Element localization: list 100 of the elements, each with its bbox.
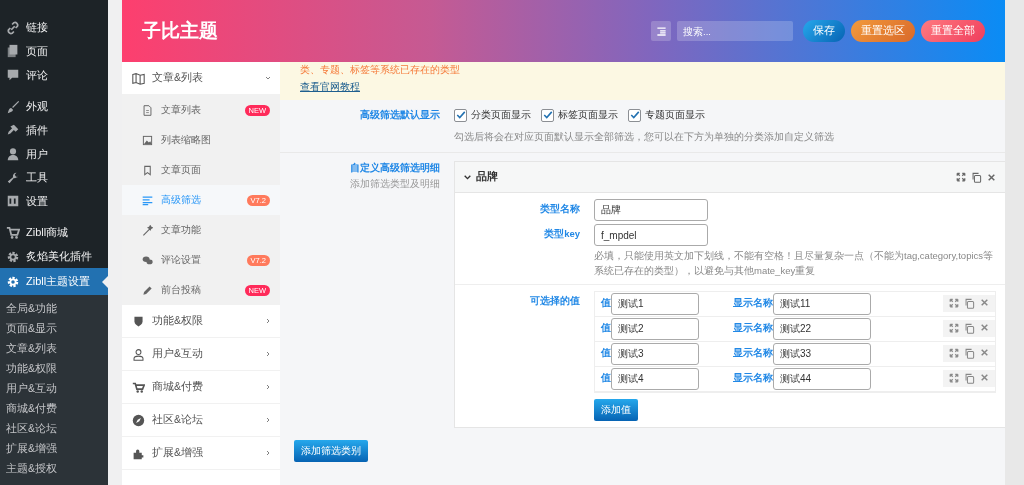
group-header[interactable]: 品牌 [455, 162, 1006, 194]
admin-submenu-item[interactable]: 社区&论坛 [0, 419, 108, 439]
expand-icon [949, 323, 959, 334]
chevron-right-icon [264, 449, 272, 457]
admin-submenu-item[interactable]: 扩展&增强 [0, 439, 108, 459]
bookmark-icon [142, 164, 153, 176]
chevron-right-icon [264, 416, 272, 424]
admin-submenu-item[interactable]: 全局&功能 [0, 299, 108, 319]
admin-menu-item[interactable]: 用户 [0, 142, 108, 166]
checkbox-label: 专题页面显示 [645, 108, 705, 122]
add-filter-type-button[interactable]: 添加筛选类别 [294, 439, 368, 462]
field-description: 添加筛选类型及明细 [350, 178, 440, 192]
user-icon [6, 147, 20, 161]
expand-icon [956, 172, 966, 183]
field-label: 显示名称 [733, 297, 773, 311]
settings-icon [6, 194, 20, 209]
nav-item[interactable]: 商城&付费 [122, 371, 280, 404]
list-icon [142, 194, 153, 206]
wrench-icon [6, 170, 20, 185]
image-icon [142, 134, 153, 146]
pages-icon [6, 44, 20, 59]
scrollbar[interactable] [1005, 0, 1024, 485]
field-label: 高级筛选默认显示 [360, 108, 440, 122]
input-field[interactable]: 测试33 [773, 342, 871, 365]
copy-icon [964, 323, 975, 335]
close-icon [980, 323, 989, 333]
link-icon [6, 20, 20, 35]
chevron-down-icon [264, 74, 272, 82]
input-field[interactable]: f_mpdel [594, 224, 708, 247]
expand-icon [949, 298, 959, 309]
nav-item[interactable]: 用户&互动 [122, 338, 280, 371]
admin-submenu-item[interactable]: 商城&付费 [0, 399, 108, 419]
field-label: 类型key [543, 227, 581, 242]
chevron-right-icon [264, 317, 272, 325]
cart-icon [6, 225, 20, 240]
field-hint: 必填，只能使用英文加下划线，不能有空格！且尽量复杂一点（不能为tag,category,topics等系统已存在的类型），以避免与其他mate_key重复 [594, 249, 995, 278]
nav-item[interactable]: 社区&论坛 [122, 404, 280, 437]
expand-icon [949, 373, 959, 384]
field-label: 值 [601, 347, 611, 361]
gear-icon [6, 249, 20, 264]
admin-menu-item[interactable]: 页面 [0, 39, 108, 64]
copy-icon [964, 298, 975, 310]
shield-icon [132, 314, 145, 328]
gear-icon [6, 274, 20, 289]
close-icon [980, 298, 989, 308]
input-field[interactable]: 品牌 [594, 199, 708, 222]
cart-icon [132, 380, 145, 394]
copy-icon [964, 373, 975, 385]
input-field[interactable]: 测试3 [611, 342, 699, 365]
admin-submenu-item[interactable]: 功能&权限 [0, 359, 108, 379]
nav-item[interactable]: 功能&权限 [122, 305, 280, 338]
user-icon [132, 347, 145, 361]
admin-submenu-item[interactable]: 文章&列表 [0, 339, 108, 359]
input-field[interactable]: 测试4 [611, 367, 699, 390]
document-icon [142, 104, 153, 116]
input-field[interactable]: 测试22 [773, 317, 871, 340]
input-field[interactable]: 测试44 [773, 367, 871, 390]
admin-menu-item[interactable]: 外观 [0, 94, 108, 119]
admin-menu-item[interactable]: 评论 [0, 63, 108, 87]
checkbox[interactable] [628, 108, 641, 122]
admin-menu-item[interactable]: 插件 [0, 118, 108, 143]
field-label: 可选择的值 [529, 293, 581, 308]
list-icon [655, 25, 667, 37]
nav-item[interactable]: 扩展&增强 [122, 437, 280, 470]
field-label: 类型名称 [539, 202, 581, 217]
admin-menu-item[interactable]: 工具 [0, 165, 108, 190]
copy-icon [964, 348, 975, 360]
tutorial-link[interactable]: 查看官网教程 [300, 81, 360, 94]
nav-subitem[interactable]: 列表缩略图 [122, 125, 280, 155]
admin-menu-item[interactable]: Zibll主题设置 [0, 268, 108, 295]
admin-submenu-item[interactable]: 页面&显示 [0, 319, 108, 339]
field-label: 值 [601, 297, 611, 311]
wand-icon [142, 224, 153, 236]
nav-subitem[interactable]: 文章页面 [122, 155, 280, 185]
chat-icon [142, 254, 153, 266]
close-icon [980, 373, 989, 383]
brush-icon [6, 99, 20, 114]
nav-subitem[interactable]: 文章功能 [122, 215, 280, 245]
chevron-right-icon [264, 383, 272, 391]
admin-menu-item[interactable]: 炙焰美化插件 [0, 244, 108, 269]
admin-menu-item[interactable]: 链接 [0, 16, 108, 40]
field-label: 值 [601, 372, 611, 386]
checkbox-label: 标签页面显示 [558, 108, 618, 122]
checkbox-label: 分类页面显示 [471, 108, 531, 122]
input-field[interactable]: 测试11 [773, 292, 871, 315]
admin-menu-item[interactable]: 设置 [0, 189, 108, 214]
checkbox[interactable] [541, 108, 554, 122]
input-field[interactable]: 测试1 [611, 292, 699, 315]
close-icon [980, 348, 989, 358]
add-value-button[interactable]: 添加值 [594, 398, 638, 421]
admin-submenu-item[interactable]: 主题&授权 [0, 459, 108, 479]
notice-text: 类、专题、标签等系统已存在的类型 [300, 64, 460, 77]
menu-toggle-button[interactable] [651, 21, 671, 41]
admin-menu-item[interactable]: Zibll商城 [0, 221, 108, 245]
map-icon [132, 71, 145, 85]
save-button[interactable]: 保存 [803, 20, 845, 42]
field-label: 显示名称 [733, 347, 773, 361]
admin-submenu-item[interactable]: 用户&互动 [0, 379, 108, 399]
checkbox[interactable] [454, 108, 467, 122]
input-field[interactable]: 测试2 [611, 317, 699, 340]
